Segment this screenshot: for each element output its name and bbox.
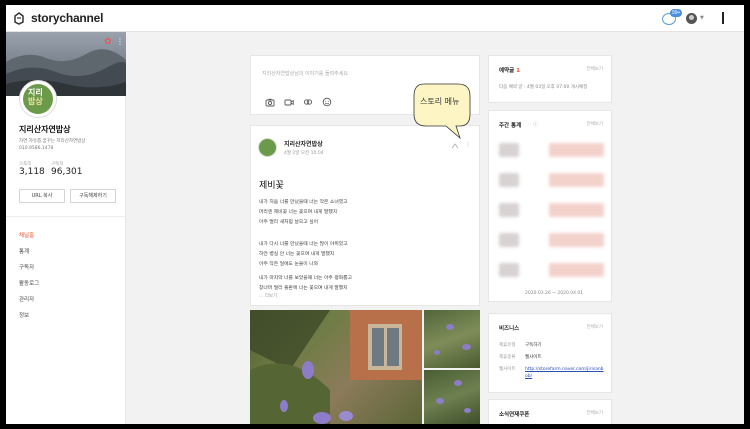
storychannel-logo-icon[interactable]	[13, 12, 25, 25]
more-vertical-icon[interactable]: ⋮	[465, 141, 471, 148]
top-navigation: storychannel 99+ ▼	[6, 5, 744, 32]
post-author-avatar[interactable]	[258, 138, 277, 157]
business-row-value: 구독하기	[525, 343, 542, 348]
read-more-link[interactable]: ... 더보기	[259, 293, 277, 299]
blurred-stat-label	[499, 143, 519, 157]
post-author-name[interactable]: 지리산자연밥상	[284, 139, 323, 148]
favorite-icon[interactable]: ✿	[104, 37, 112, 47]
brand-name[interactable]: storychannel	[31, 11, 103, 25]
weekly-stats-range: 2020.03.26 ~ 2020.04.01	[525, 291, 584, 296]
sidebar-item-channel-home[interactable]: 채널홈	[19, 231, 34, 239]
user-avatar[interactable]	[686, 13, 697, 24]
blurred-stat-label	[499, 233, 519, 247]
profile-logo-text-bottom: 밥상	[28, 97, 43, 106]
unsubscribe-button[interactable]: 구독해제하기	[70, 189, 116, 203]
speech-bubble-annotation	[413, 83, 471, 140]
blurred-stat-label	[499, 263, 519, 277]
post-text-line: 머리엔 제비꽃 너는 꽃으며 내게 말했지	[259, 210, 338, 215]
reserved-posts-view-all[interactable]: 전체보기	[586, 66, 603, 72]
channel-sidebar: ✿ ⋮ 지리 밥상 지리산자연밥상 자연 자유롭 꿈꾸는 지리산자연밥상 010…	[6, 32, 126, 424]
blurred-stat-label	[499, 173, 519, 187]
reserved-posts-title: 예약글 1	[499, 66, 520, 74]
chevron-down-icon[interactable]: ▼	[700, 15, 704, 21]
blurred-stat-label	[499, 203, 519, 217]
violet-flower	[462, 344, 471, 350]
business-row-label: 제휴종류	[499, 355, 516, 360]
photo-violets-3[interactable]	[424, 370, 480, 424]
post-date: 4월 2일 오전 10:04	[284, 151, 324, 156]
post-text-line: 하얀 병실 안 너는 꽃으며 내게 말했지	[259, 252, 335, 257]
violet-flower	[434, 350, 440, 355]
weekly-stats-view-all[interactable]: 전체보기	[586, 121, 603, 127]
violet-flower	[464, 408, 471, 413]
reserved-posts-next: 다음 예약 글 : 4월 03일 오후 07:00 게시예정	[499, 85, 588, 90]
reserved-posts-count: 1	[516, 68, 520, 74]
post-text-line: 내가 처음 너를 만났을때 너는 작은 소녀였고	[259, 200, 348, 205]
business-row-label: 웹사이트	[499, 367, 516, 372]
channel-name: 지리산자연밥상	[19, 125, 71, 134]
share-icon[interactable]	[451, 143, 459, 149]
weekly-stats-title: 주간 통계	[499, 123, 522, 129]
coupon-card: 소식연재쿠폰 전체보기	[488, 399, 612, 424]
business-row-label: 제휴유형	[499, 343, 516, 348]
sidebar-item-activity-log[interactable]: 활동로그	[19, 279, 39, 287]
business-card: 비즈니스 전체보기 제휴유형 구독하기 제휴종류 웹사이트 웹사이트 http:…	[488, 313, 612, 393]
sidebar-item-info[interactable]: 정보	[19, 311, 29, 319]
blurred-stat-value	[549, 143, 604, 157]
composer-placeholder[interactable]: 지리산자연밥상님의 이야기를 들려주세요	[262, 70, 348, 77]
business-row-value: 웹사이트	[525, 355, 542, 360]
more-vertical-icon[interactable]: ⋮	[116, 37, 124, 46]
post-text-line: 아주 작은 일에도 눈물이 나와	[259, 262, 319, 267]
weekly-stats-card: 주간 통계 ⓘ 전체보기 2020.03.26 ~ 2020.04.01	[488, 110, 612, 302]
link-icon[interactable]	[303, 97, 313, 107]
more-menu-icon[interactable]	[721, 12, 725, 24]
window: storychannel 99+ ▼ ✿ ⋮ 지리 밥상 지리산자연밥상 자연 …	[6, 5, 744, 424]
notification-badge: 99+	[670, 9, 683, 17]
divider	[6, 216, 126, 217]
story-count-value: 3,118	[19, 167, 45, 177]
blurred-stat-value	[549, 203, 604, 217]
post-text-line: 내가 마지막 너를 보았을때 너는 아주 평화롭고	[259, 276, 353, 281]
business-website-link[interactable]: http://storefarm.naver.com/jirisanbob/	[525, 366, 605, 380]
blurred-stat-value	[549, 233, 604, 247]
video-icon[interactable]	[284, 97, 294, 107]
violet-flower	[454, 380, 462, 386]
post-text-line: 아주 멀리 새처럼 날으고 싶어	[259, 220, 319, 225]
emoji-icon[interactable]	[322, 97, 332, 107]
post-title: 제비꽃	[259, 181, 284, 191]
channel-description: 자연 자유롭 꿈꾸는 지리산자연밥상 010.9586.1478	[19, 139, 86, 151]
sidebar-item-subscribers[interactable]: 구독자	[19, 263, 34, 271]
photo-violets-2[interactable]	[424, 310, 480, 368]
blurred-stat-value	[549, 263, 604, 277]
url-copy-button[interactable]: URL 복사	[19, 189, 65, 203]
coupon-view-all[interactable]: 전체보기	[586, 410, 603, 416]
business-title: 비즈니스	[499, 326, 520, 332]
story-post: 지리산자연밥상 4월 2일 오전 10:04 ⋮ 제비꽃 내가 처음 너를 만났…	[250, 125, 480, 306]
reserved-posts-card: 예약글 1 전체보기 다음 예약 글 : 4월 03일 오후 07:00 게시예…	[488, 55, 612, 103]
photo-violets-main[interactable]	[250, 310, 422, 424]
reserved-posts-label: 예약글	[499, 68, 515, 74]
photo-content	[250, 310, 422, 424]
business-view-all[interactable]: 전체보기	[586, 324, 603, 330]
coupon-title: 소식연재쿠폰	[499, 412, 530, 418]
camera-icon[interactable]	[265, 97, 275, 107]
post-text-line: 창너머 멀리 들판에 너는 꽃으며 내게 말했지	[259, 286, 348, 291]
sidebar-item-stats[interactable]: 통계	[19, 247, 29, 255]
speech-bubble-text: 스토리 메뉴	[420, 97, 460, 106]
violet-flower	[446, 324, 454, 330]
post-text-line: 내가 다시 너를 만났을때 너는 많이 야위었고	[259, 242, 348, 247]
blurred-stat-value	[549, 173, 604, 187]
post-photo-grid[interactable]	[250, 310, 480, 424]
sidebar-item-admin[interactable]: 관리자	[19, 295, 34, 303]
channel-profile-image[interactable]: 지리 밥상	[19, 80, 57, 118]
info-icon[interactable]: ⓘ	[533, 121, 538, 128]
subscriber-count-value[interactable]: 96,301	[51, 167, 83, 177]
profile-logo-text-top: 지리	[28, 88, 43, 97]
violet-flower	[436, 398, 444, 404]
